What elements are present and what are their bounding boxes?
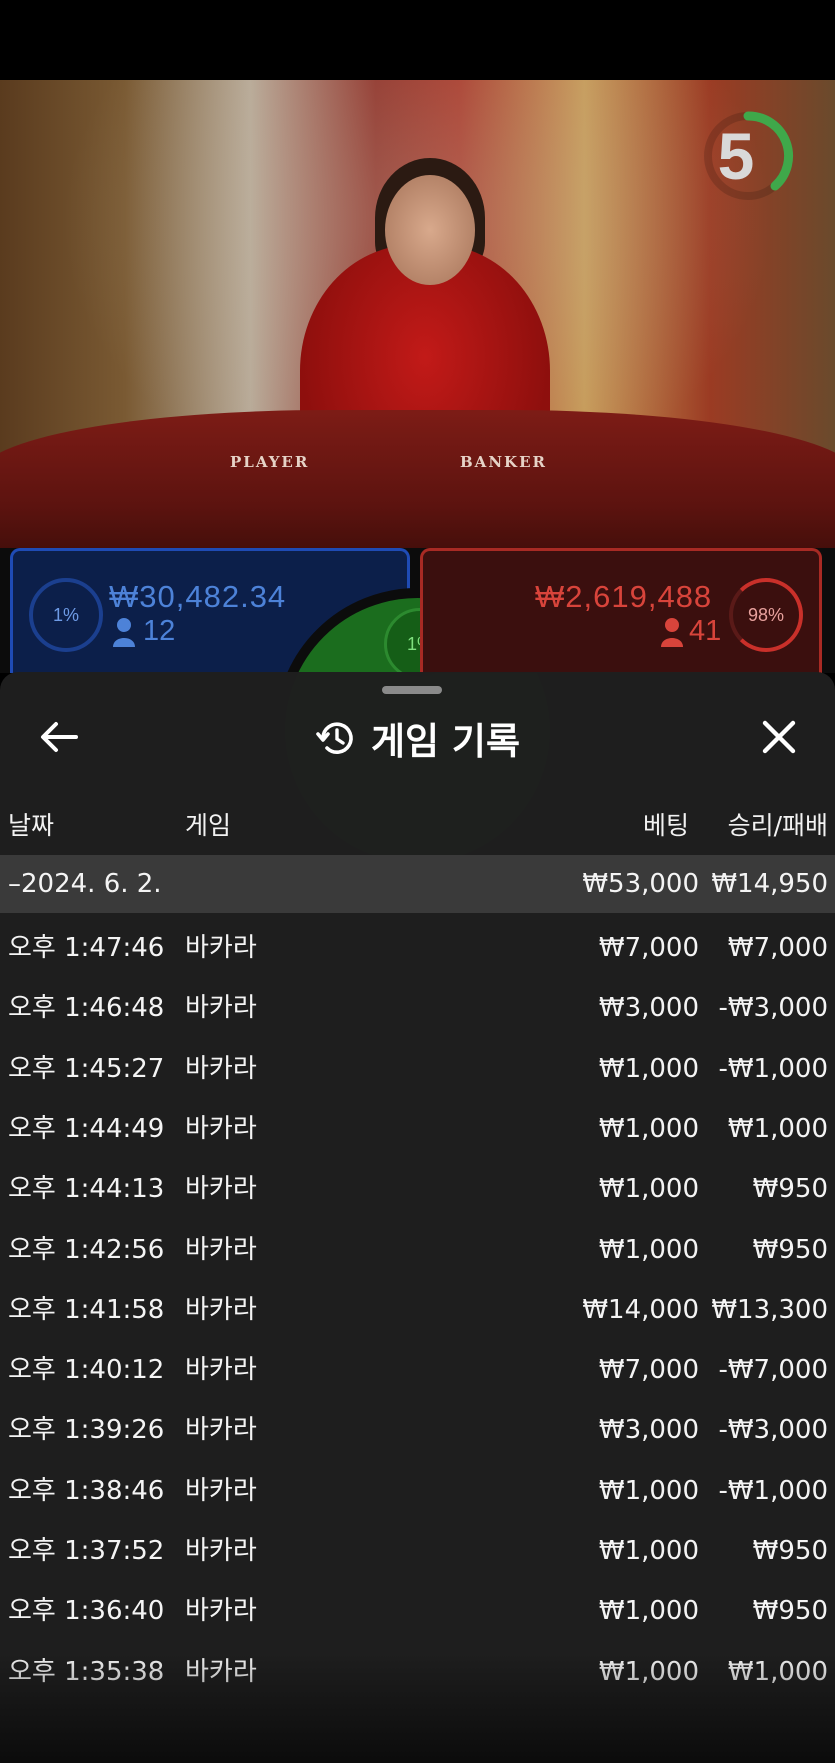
banker-amount: ₩2,619,488 xyxy=(535,579,713,614)
row-time: 오후 1:37:52 xyxy=(8,1536,165,1566)
row-game: 바카라 xyxy=(185,1355,257,1386)
row-game: 바카라 xyxy=(185,1536,257,1566)
row-game: 바카라 xyxy=(185,933,257,963)
row-game: 바카라 xyxy=(185,1656,257,1687)
row-game: 바카라 xyxy=(185,1415,257,1446)
history-row[interactable]: 오후 1:46:48 바카라 ₩3,000 -₩3,000 xyxy=(0,979,835,1037)
sheet-drag-handle[interactable] xyxy=(382,686,442,694)
row-bet: ₩1,000 xyxy=(598,1234,699,1265)
row-game: 바카라 xyxy=(185,1053,257,1084)
row-bet: ₩1,000 xyxy=(598,1174,699,1205)
row-result: ₩950 xyxy=(752,1234,828,1265)
row-time: 오후 1:36:40 xyxy=(8,1596,165,1627)
row-game: 바카라 xyxy=(185,1596,257,1627)
row-bet: ₩7,000 xyxy=(598,933,699,963)
history-row[interactable]: 오후 1:47:46 바카라 ₩7,000 ₩7,000 xyxy=(0,919,835,977)
row-time: 오후 1:40:12 xyxy=(8,1355,165,1386)
row-time: 오후 1:41:58 xyxy=(8,1294,165,1325)
history-row[interactable]: 오후 1:40:12 바카라 ₩7,000 -₩7,000 xyxy=(0,1341,835,1399)
game-history-sheet: 게임 기록 날짜 게임 베팅 승리/패배 –2024. 6. 2. ₩53,00… xyxy=(0,672,835,1763)
history-row[interactable]: 오후 1:37:52 바카라 ₩1,000 ₩950 xyxy=(0,1522,835,1580)
player-count: 12 xyxy=(143,615,176,647)
table-label-player: PLAYER xyxy=(230,453,310,471)
row-result: ₩7,000 xyxy=(727,933,828,963)
row-bet: ₩3,000 xyxy=(598,1415,699,1446)
row-game: 바카라 xyxy=(185,1475,257,1506)
row-time: 오후 1:35:38 xyxy=(8,1656,165,1687)
row-result: -₩3,000 xyxy=(718,993,828,1024)
row-bet: ₩1,000 xyxy=(598,1596,699,1627)
summary-bet: ₩53,000 xyxy=(582,869,699,899)
row-bet: ₩1,000 xyxy=(598,1656,699,1687)
row-bet: ₩1,000 xyxy=(598,1475,699,1506)
row-game: 바카라 xyxy=(185,993,257,1024)
history-row[interactable]: 오후 1:44:49 바카라 ₩1,000 ₩1,000 xyxy=(0,1100,835,1158)
dealer-head xyxy=(385,175,475,285)
row-bet: ₩7,000 xyxy=(598,1355,699,1386)
date-summary-row[interactable]: –2024. 6. 2. ₩53,000 ₩14,950 xyxy=(0,855,835,913)
row-result: -₩1,000 xyxy=(718,1053,828,1084)
row-bet: ₩14,000 xyxy=(582,1294,699,1325)
row-time: 오후 1:47:46 xyxy=(8,933,165,963)
column-header-game: 게임 xyxy=(185,811,232,840)
row-time: 오후 1:46:48 xyxy=(8,993,165,1024)
history-row[interactable]: 오후 1:44:13 바카라 ₩1,000 ₩950 xyxy=(0,1160,835,1218)
history-row[interactable]: 오후 1:36:40 바카라 ₩1,000 ₩950 xyxy=(0,1582,835,1640)
history-row[interactable]: 오후 1:41:58 바카라 ₩14,000 ₩13,300 xyxy=(0,1281,835,1339)
status-bar xyxy=(0,0,835,80)
row-time: 오후 1:45:27 xyxy=(8,1053,165,1084)
history-row[interactable]: 오후 1:45:27 바카라 ₩1,000 -₩1,000 xyxy=(0,1040,835,1098)
row-result: -₩3,000 xyxy=(718,1415,828,1446)
player-percent: 1% xyxy=(29,578,103,652)
row-game: 바카라 xyxy=(185,1294,257,1325)
row-time: 오후 1:44:13 xyxy=(8,1174,165,1205)
history-row[interactable]: 오후 1:35:38 바카라 ₩1,000 ₩1,000 xyxy=(0,1643,835,1701)
close-icon[interactable] xyxy=(752,710,806,764)
row-result: ₩950 xyxy=(752,1536,828,1566)
sheet-title: 게임 기록 xyxy=(370,720,521,763)
countdown-timer: 5 xyxy=(717,119,755,193)
person-icon xyxy=(113,618,135,647)
row-result: ₩13,300 xyxy=(711,1294,828,1325)
person-icon xyxy=(661,618,683,647)
row-game: 바카라 xyxy=(185,1234,257,1265)
summary-result: ₩14,950 xyxy=(711,869,828,899)
row-result: ₩1,000 xyxy=(727,1656,828,1687)
column-header-bet: 베팅 xyxy=(642,811,689,840)
player-amount: ₩30,482.34 xyxy=(109,579,287,614)
history-row[interactable]: 오후 1:42:56 바카라 ₩1,000 ₩950 xyxy=(0,1221,835,1279)
banker-count: 41 xyxy=(689,615,722,647)
row-bet: ₩1,000 xyxy=(598,1536,699,1566)
row-bet: ₩1,000 xyxy=(598,1053,699,1084)
row-result: -₩7,000 xyxy=(718,1355,828,1386)
history-clock-icon xyxy=(316,722,353,754)
table-label-banker: BANKER xyxy=(460,453,547,471)
row-time: 오후 1:42:56 xyxy=(8,1234,165,1265)
summary-date: –2024. 6. 2. xyxy=(8,869,162,899)
banker-percent: 98% xyxy=(729,578,803,652)
row-result: ₩950 xyxy=(752,1174,828,1205)
row-game: 바카라 xyxy=(185,1174,257,1205)
sheet-header: 게임 기록 xyxy=(0,708,835,768)
banker-bet-area[interactable]: ₩2,619,488 41 98% xyxy=(420,548,822,673)
row-result: ₩950 xyxy=(752,1596,828,1627)
row-result: -₩1,000 xyxy=(718,1475,828,1506)
row-result: ₩1,000 xyxy=(727,1113,828,1144)
baccarat-table xyxy=(0,410,835,550)
column-header-date: 날짜 xyxy=(8,811,55,840)
history-row[interactable]: 오후 1:39:26 바카라 ₩3,000 -₩3,000 xyxy=(0,1401,835,1459)
row-time: 오후 1:39:26 xyxy=(8,1415,165,1446)
row-bet: ₩1,000 xyxy=(598,1113,699,1144)
column-header-result: 승리/패배 xyxy=(727,811,828,840)
row-game: 바카라 xyxy=(185,1113,257,1144)
row-time: 오후 1:38:46 xyxy=(8,1475,165,1506)
history-row[interactable]: 오후 1:38:46 바카라 ₩1,000 -₩1,000 xyxy=(0,1462,835,1520)
row-bet: ₩3,000 xyxy=(598,993,699,1024)
row-time: 오후 1:44:49 xyxy=(8,1113,165,1144)
bet-strip: 1% ₩30,482.34 12 1% ₩2,619,488 41 98% xyxy=(0,548,835,873)
